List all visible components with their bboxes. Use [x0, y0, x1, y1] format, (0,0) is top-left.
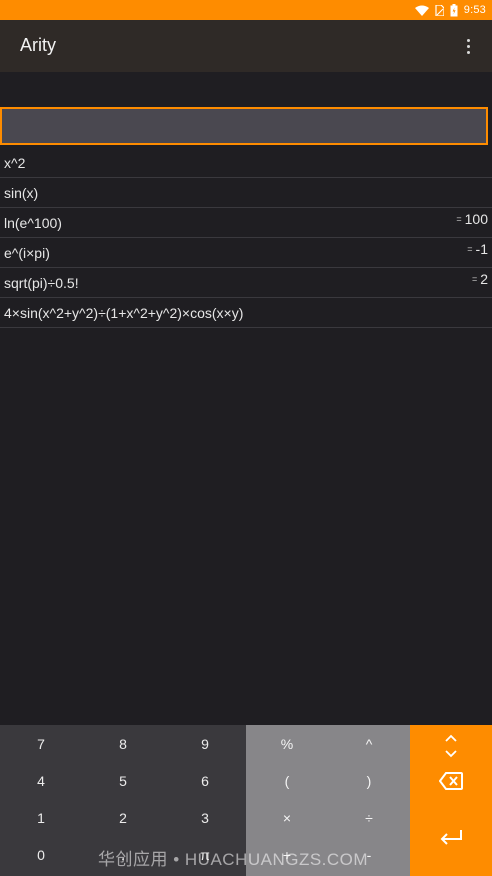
- history-result: [485, 181, 488, 197]
- history-expression: sin(x): [4, 185, 39, 201]
- operator-pad: % ^ ( ) × ÷ + -: [246, 725, 410, 876]
- history-item[interactable]: x^2: [0, 148, 492, 178]
- overflow-menu-icon[interactable]: [458, 36, 478, 56]
- number-pad: 7 8 9 4 5 6 1 2 3 0 . π: [0, 725, 246, 876]
- history-expression: x^2: [4, 155, 26, 171]
- history-result: = -1: [467, 241, 488, 257]
- history-list: x^2 sin(x) ln(e^100) = 100 e^(i×pi) = -1 s…: [0, 148, 492, 328]
- history-expression: sqrt(pi)÷0.5!: [4, 275, 79, 291]
- history-result: = 100: [456, 211, 488, 227]
- equals-sign: =: [471, 274, 478, 284]
- expression-input[interactable]: [0, 107, 488, 145]
- key-1[interactable]: 1: [0, 799, 82, 836]
- app-bar: Arity: [0, 20, 492, 72]
- history-result: [485, 151, 488, 167]
- history-item[interactable]: sin(x): [0, 178, 492, 208]
- key-0[interactable]: 0: [0, 836, 82, 873]
- key-open-paren[interactable]: (: [246, 762, 328, 799]
- action-pad: [410, 725, 492, 876]
- calculator-screen: 9:53 Arity x^2 sin(x) ln(e^100) = 100 e^(…: [0, 0, 492, 876]
- key-divide[interactable]: ÷: [328, 799, 410, 836]
- key-8[interactable]: 8: [82, 725, 164, 762]
- result-value: 100: [464, 211, 488, 227]
- key-6[interactable]: 6: [164, 762, 246, 799]
- wifi-icon: [414, 5, 429, 16]
- history-item[interactable]: ln(e^100) = 100: [0, 208, 492, 238]
- history-item[interactable]: e^(i×pi) = -1: [0, 238, 492, 268]
- key-multiply[interactable]: ×: [246, 799, 328, 836]
- equals-sign: =: [467, 244, 473, 254]
- status-bar: 9:53: [0, 0, 492, 20]
- expand-collapse-icon[interactable]: [410, 729, 492, 763]
- key-9[interactable]: 9: [164, 725, 246, 762]
- status-icons: 9:53: [414, 2, 486, 18]
- backspace-icon[interactable]: [410, 763, 492, 799]
- key-minus[interactable]: -: [328, 836, 410, 873]
- key-pi[interactable]: π: [164, 836, 246, 873]
- key-decimal[interactable]: .: [82, 836, 164, 873]
- enter-icon[interactable]: [410, 817, 492, 857]
- equals-sign: =: [456, 214, 462, 224]
- history-result: = 2: [472, 271, 488, 287]
- key-plus[interactable]: +: [246, 836, 328, 873]
- key-5[interactable]: 5: [82, 762, 164, 799]
- key-2[interactable]: 2: [82, 799, 164, 836]
- key-7[interactable]: 7: [0, 725, 82, 762]
- history-expression: ln(e^100): [4, 215, 62, 231]
- key-power[interactable]: ^: [328, 725, 410, 762]
- history-expression: 4×sin(x^2+y^2)÷(1+x^2+y^2)×cos(x×y): [4, 305, 244, 321]
- key-percent[interactable]: %: [246, 725, 328, 762]
- key-3[interactable]: 3: [164, 799, 246, 836]
- history-item[interactable]: 4×sin(x^2+y^2)÷(1+x^2+y^2)×cos(x×y): [0, 298, 492, 328]
- keypad: 7 8 9 4 5 6 1 2 3 0 . π % ^ ( ) × ÷ + -: [0, 725, 492, 876]
- status-time: 9:53: [463, 4, 486, 16]
- history-expression: e^(i×pi): [4, 245, 50, 261]
- result-value: -1: [475, 241, 488, 257]
- history-result: [485, 301, 488, 317]
- key-4[interactable]: 4: [0, 762, 82, 799]
- battery-icon: [450, 3, 458, 16]
- key-close-paren[interactable]: ): [328, 762, 410, 799]
- history-item[interactable]: sqrt(pi)÷0.5! = 2: [0, 268, 492, 298]
- app-title: Arity: [20, 35, 56, 55]
- result-value: 2: [480, 271, 488, 287]
- sim-icon: [435, 4, 444, 16]
